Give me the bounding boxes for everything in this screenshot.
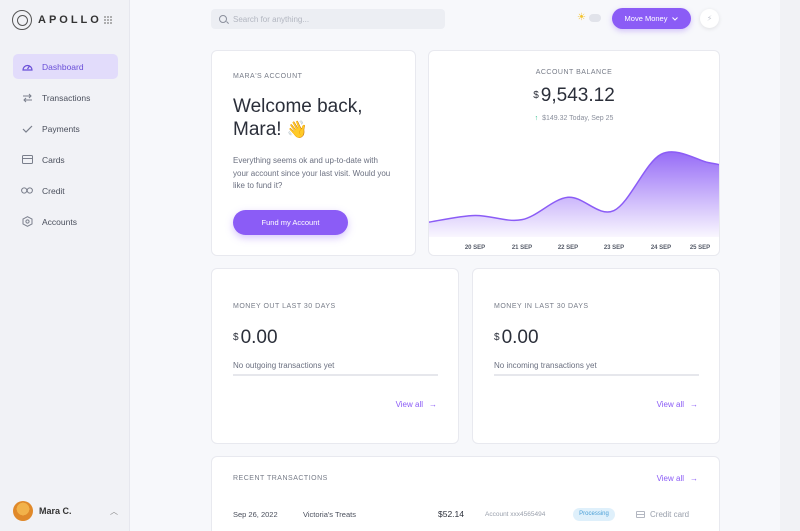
- search-icon: [219, 15, 227, 23]
- x-tick-label: 24 SEP: [651, 245, 671, 251]
- x-tick-label: 20 SEP: [465, 245, 485, 251]
- hexagon-icon: [21, 216, 33, 228]
- balance-delta: ↑ $149.32 Today, Sep 25: [534, 115, 614, 122]
- x-tick-label: 23 SEP: [604, 245, 624, 251]
- sidebar-item-cards[interactable]: Cards: [13, 147, 118, 172]
- arrow-up-icon: ↑: [534, 115, 539, 122]
- theme-toggle[interactable]: ☀: [577, 13, 601, 23]
- x-tick-label: 25 SEP: [690, 245, 710, 251]
- recent-transactions-label: RECENT TRANSACTIONS: [233, 475, 328, 482]
- welcome-card: MARA'S ACCOUNT Welcome back, Mara! 👋 Eve…: [211, 50, 416, 256]
- x-tick-label: 22 SEP: [558, 245, 578, 251]
- sidebar-item-transactions[interactable]: Transactions: [13, 85, 118, 110]
- table-row[interactable]: Sep 26, 2022 Victoria's Treats $52.14 Ac…: [233, 507, 703, 521]
- tx-method: Credit card: [636, 510, 689, 519]
- sidebar-item-dashboard[interactable]: Dashboard: [13, 54, 118, 79]
- toggle-switch[interactable]: [588, 14, 601, 22]
- arrow-right-icon: →: [429, 400, 437, 409]
- avatar: [13, 501, 33, 521]
- recent-view-all-link[interactable]: View all →: [657, 474, 698, 483]
- account-label: MARA'S ACCOUNT: [233, 73, 303, 80]
- welcome-message: Everything seems ok and up-to-date with …: [233, 156, 391, 190]
- money-out-label: MONEY OUT LAST 30 DAYS: [233, 303, 336, 310]
- tx-date: Sep 26, 2022: [233, 509, 278, 519]
- chevron-up-icon: ︿: [110, 506, 118, 516]
- gauge-icon: [21, 61, 33, 73]
- swap-arrows-icon: [21, 92, 33, 104]
- sidebar-item-credit[interactable]: Credit: [13, 178, 118, 203]
- brand[interactable]: APOLLO: [12, 10, 102, 30]
- move-money-label: Move Money: [624, 14, 668, 23]
- balance-label: ACCOUNT BALANCE: [535, 69, 613, 76]
- money-out-view-all-link[interactable]: View all →: [396, 400, 437, 409]
- money-in-card: MONEY IN LAST 30 DAYS $0.00 No incoming …: [472, 268, 720, 444]
- sidebar-item-accounts[interactable]: Accounts: [13, 209, 118, 234]
- sidebar: APOLLO Dashboard Transactions Payments C…: [0, 0, 130, 531]
- brand-name: APOLLO: [38, 14, 102, 26]
- balance-amount: $9,543.12: [533, 85, 615, 106]
- status-badge: Processing: [573, 507, 615, 521]
- search-input[interactable]: [233, 14, 433, 24]
- balance-area: [429, 151, 719, 237]
- money-in-note: No incoming transactions yet: [494, 361, 699, 376]
- tx-account: Account xxx4565494: [485, 510, 546, 518]
- x-tick-label: 21 SEP: [512, 245, 532, 251]
- apps-grid-icon[interactable]: [104, 16, 112, 24]
- card-icon: [636, 510, 645, 518]
- sun-icon: ☀: [577, 12, 586, 23]
- move-money-button[interactable]: Move Money: [612, 8, 691, 29]
- arrow-right-icon: →: [690, 474, 698, 483]
- card-icon: [21, 154, 33, 166]
- sidebar-item-label: Transactions: [42, 92, 91, 103]
- sidebar-item-payments[interactable]: Payments: [13, 116, 118, 141]
- chevron-down-icon: [672, 16, 679, 21]
- search-bar[interactable]: [211, 9, 445, 29]
- sidebar-item-label: Credit: [42, 185, 65, 196]
- user-name: Mara C.: [39, 506, 72, 516]
- balance-chart: 20 SEP 21 SEP 22 SEP 23 SEP 24 SEP 25 SEP: [429, 151, 719, 251]
- sidebar-item-label: Dashboard: [42, 61, 84, 72]
- money-in-label: MONEY IN LAST 30 DAYS: [494, 303, 589, 310]
- scroll-gutter: [780, 0, 800, 531]
- waving-hand-icon: 👋: [286, 120, 309, 139]
- welcome-title: Welcome back, Mara! 👋: [233, 96, 363, 140]
- arrow-right-icon: →: [690, 400, 698, 409]
- check-icon: [21, 123, 33, 135]
- recent-transactions-card: RECENT TRANSACTIONS View all → Sep 26, 20…: [211, 456, 720, 531]
- lightning-icon: ⚡: [706, 14, 713, 23]
- money-out-amount: $0.00: [233, 327, 278, 348]
- money-out-note: No outgoing transactions yet: [233, 361, 438, 376]
- money-in-view-all-link[interactable]: View all →: [657, 400, 698, 409]
- sidebar-item-label: Cards: [42, 154, 65, 165]
- balance-card: ACCOUNT BALANCE $9,543.12 ↑ $149.32 Today…: [428, 50, 720, 256]
- sidebar-item-label: Payments: [42, 123, 80, 134]
- notifications-button[interactable]: ⚡: [700, 9, 719, 28]
- money-in-amount: $0.00: [494, 327, 539, 348]
- sidebar-nav: Dashboard Transactions Payments Cards Cr…: [13, 54, 118, 240]
- infinity-icon: [21, 185, 33, 197]
- apollo-logo-icon: [12, 10, 32, 30]
- money-out-card: MONEY OUT LAST 30 DAYS $0.00 No outgoing…: [211, 268, 459, 444]
- sidebar-item-label: Accounts: [42, 216, 77, 227]
- user-menu[interactable]: Mara C. ︿: [13, 501, 118, 521]
- tx-amount: $52.14: [438, 509, 464, 519]
- tx-merchant: Victoria's Treats: [303, 509, 356, 519]
- fund-account-button[interactable]: Fund my Account: [233, 210, 348, 235]
